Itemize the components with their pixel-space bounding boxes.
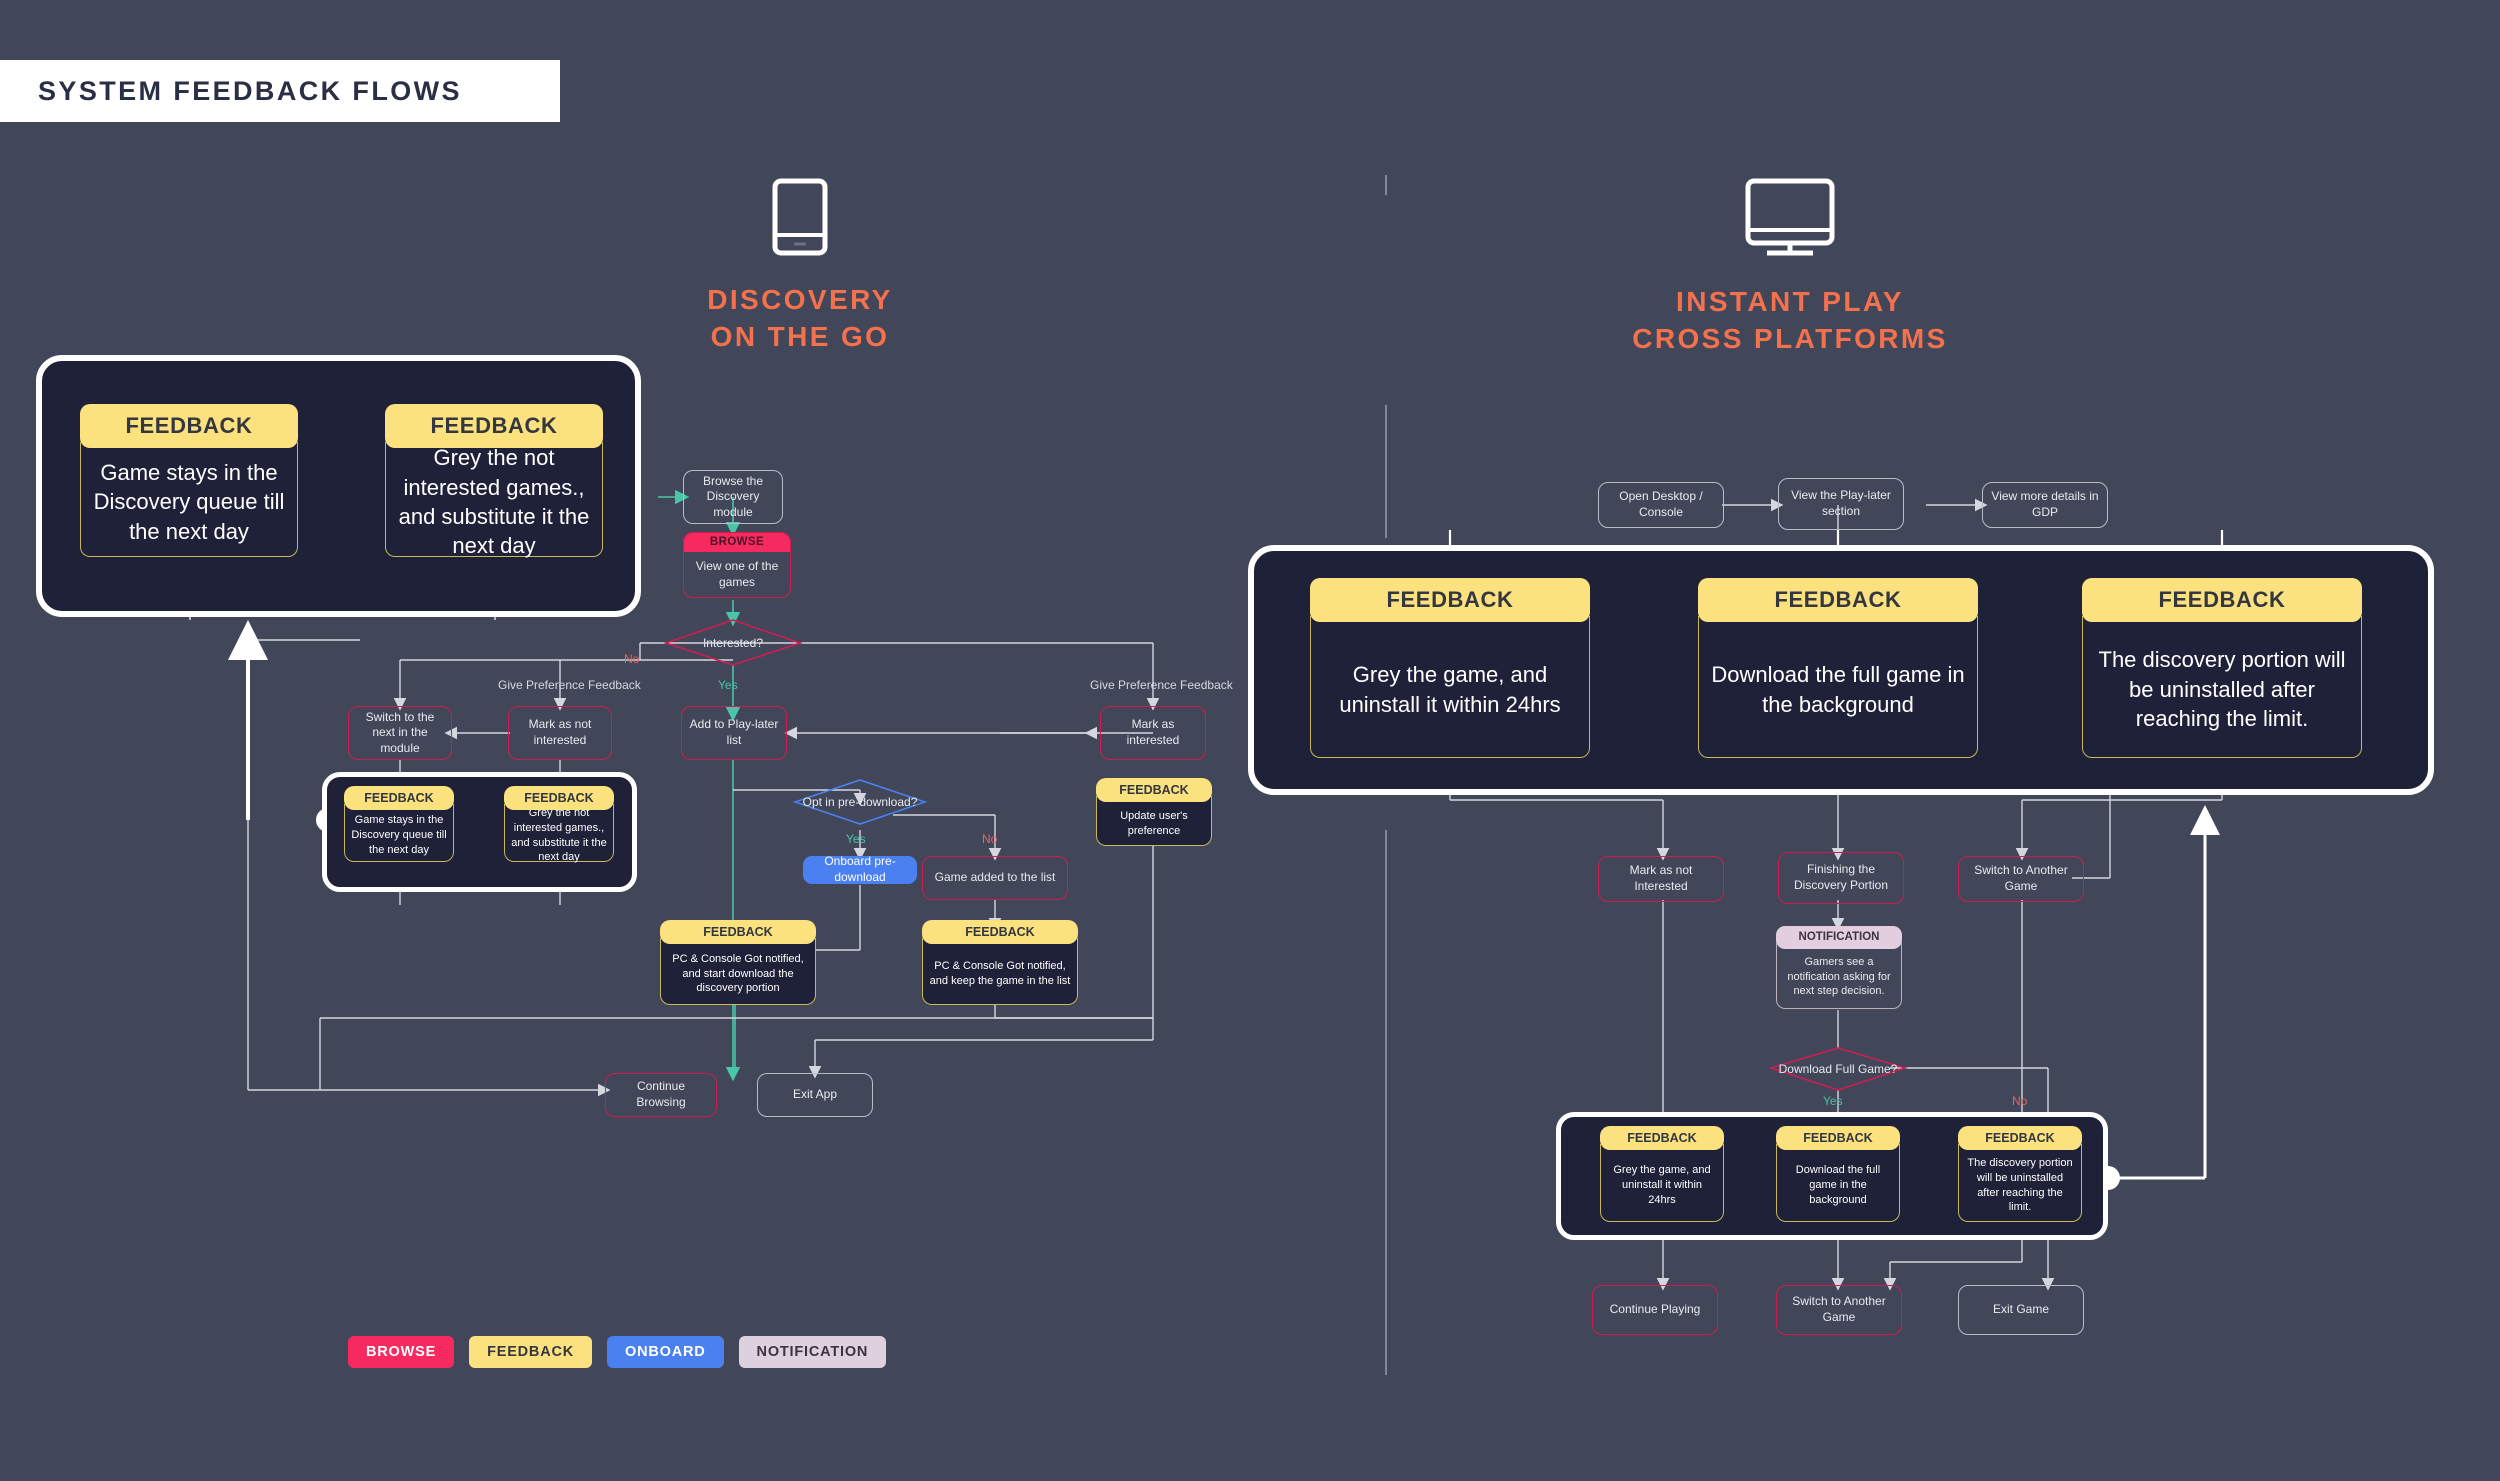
section-header-discovery: DISCOVERY ON THE GO	[600, 178, 1000, 356]
node-mark-interested[interactable]: Mark as interested	[1100, 706, 1206, 760]
fb-start-download-header: FEEDBACK	[660, 920, 816, 944]
right-nested-fb-2-header: FEEDBACK	[1776, 1126, 1900, 1150]
right-nested-fb-3: FEEDBACK The discovery portion will be u…	[1958, 1126, 2082, 1222]
fb-update-pref-text: Update user's preference	[1096, 796, 1212, 846]
right-nested-fb-1-text: Grey the game, and uninstall it within 2…	[1600, 1144, 1724, 1222]
left-nested-fb-1: FEEDBACK Game stays in the Discovery que…	[344, 786, 454, 862]
notification-card-text: Gamers see a notification asking for nex…	[1776, 943, 1902, 1009]
right-nested-fb-1-header: FEEDBACK	[1600, 1126, 1724, 1150]
decision-interested-text: Interested?	[702, 635, 764, 650]
left-nested-fb-1-header: FEEDBACK	[344, 786, 454, 810]
diagram-canvas: SYSTEM FEEDBACK FLOWS DISCOVERY ON THE G…	[0, 0, 2500, 1481]
left-nested-fb-1-text: Game stays in the Discovery queue till t…	[344, 804, 454, 862]
node-switch-next-module[interactable]: Switch to the next in the module	[348, 706, 452, 760]
node-browse-discovery-module[interactable]: Browse the Discovery module	[683, 470, 783, 524]
node-exit-game[interactable]: Exit Game	[1958, 1285, 2084, 1335]
node-continue-playing[interactable]: Continue Playing	[1592, 1285, 1718, 1335]
edge-label-optin-yes: Yes	[846, 832, 866, 846]
left-callout-2-text: Grey the not interested games., and subs…	[385, 442, 603, 558]
page-title: SYSTEM FEEDBACK FLOWS	[38, 75, 462, 106]
left-callout-1-header: FEEDBACK	[80, 404, 298, 448]
edge-label-give-pref-right: Give Preference Feedback	[1090, 678, 1233, 692]
node-game-added-to-list[interactable]: Game added to the list	[922, 856, 1068, 900]
decision-download-full-text: Download Full Game?	[1778, 1062, 1898, 1076]
right-callout-card-2: FEEDBACK Download the full game in the b…	[1698, 578, 1978, 758]
edge-label-interested-no: No	[624, 652, 640, 666]
right-nested-fb-3-text: The discovery portion will be uninstalle…	[1958, 1144, 2082, 1222]
decision-download-full-label: Download Full Game?	[1771, 1048, 1905, 1090]
notification-card-header: NOTIFICATION	[1776, 926, 1902, 949]
right-callout-1-header: FEEDBACK	[1310, 578, 1590, 622]
node-add-play-later[interactable]: Add to Play-later list	[681, 706, 787, 760]
right-nested-fb-2-text: Download the full game in the background	[1776, 1144, 1900, 1222]
left-callout-card-1: FEEDBACK Game stays in the Discovery que…	[80, 404, 298, 557]
left-nested-fb-2-header: FEEDBACK	[504, 786, 614, 810]
right-nested-fb-1: FEEDBACK Grey the game, and uninstall it…	[1600, 1126, 1724, 1222]
edge-label-download-no: No	[2012, 1094, 2028, 1108]
edge-label-interested-yes: Yes	[718, 678, 738, 692]
decision-opt-in-text: Opt in pre-download?	[802, 795, 918, 809]
edge-label-give-pref-left: Give Preference Feedback	[498, 678, 641, 692]
right-callout-3-text: The discovery portion will be uninstalle…	[2082, 616, 2362, 758]
section-header-instant-play: INSTANT PLAY CROSS PLATFORMS	[1580, 178, 2000, 358]
left-nested-fb-2: FEEDBACK Grey the not interested games.,…	[504, 786, 614, 863]
legend-chip-browse[interactable]: BROWSE	[348, 1336, 455, 1368]
node-view-one-game-label: View one of the games	[695, 558, 779, 589]
section-label-instant-line2: CROSS PLATFORMS	[1632, 322, 1948, 354]
edge-label-download-yes: Yes	[1823, 1094, 1843, 1108]
left-callout-2-header: FEEDBACK	[385, 404, 603, 448]
left-callout-1-text: Game stays in the Discovery queue till t…	[80, 442, 298, 557]
fb-keep-game-in-list: FEEDBACK PC & Console Got notified, and …	[922, 920, 1078, 1005]
node-exit-app[interactable]: Exit App	[757, 1073, 873, 1117]
section-label-instant-line1: INSTANT PLAY	[1676, 286, 1904, 317]
fb-update-pref-header: FEEDBACK	[1096, 778, 1212, 802]
section-label-discovery-line1: DISCOVERY	[707, 284, 893, 315]
right-callout-2-header: FEEDBACK	[1698, 578, 1978, 622]
section-label-discovery-line2: ON THE GO	[710, 320, 890, 352]
fb-start-download-text: PC & Console Got notified, and start dow…	[660, 938, 816, 1005]
left-callout-card-2: FEEDBACK Grey the not interested games.,…	[385, 404, 603, 558]
legend-chip-notification[interactable]: NOTIFICATION	[738, 1336, 887, 1368]
fb-start-download-discovery: FEEDBACK PC & Console Got notified, and …	[660, 920, 816, 1005]
right-callout-2-text: Download the full game in the background	[1698, 616, 1978, 758]
desktop-monitor-icon	[1745, 178, 1835, 256]
node-finishing-discovery-portion[interactable]: Finishing the Discovery Portion	[1778, 852, 1904, 904]
right-callout-3-header: FEEDBACK	[2082, 578, 2362, 622]
fb-keep-game-text: PC & Console Got notified, and keep the …	[922, 938, 1078, 1005]
right-nested-fb-3-header: FEEDBACK	[1958, 1126, 2082, 1150]
left-nested-fb-2-text: Grey the not interested games., and subs…	[504, 804, 614, 863]
legend-chip-onboard[interactable]: ONBOARD	[607, 1336, 724, 1368]
node-mark-not-interested[interactable]: Mark as not interested	[508, 706, 612, 760]
right-callout-1-text: Grey the game, and uninstall it within 2…	[1310, 616, 1590, 758]
node-view-more-details-gdp[interactable]: View more details in GDP	[1982, 482, 2108, 528]
edge-label-optin-no: No	[982, 832, 998, 846]
node-view-one-game-tag: BROWSE	[684, 533, 790, 552]
node-mark-not-interested-right[interactable]: Mark as not Interested	[1598, 856, 1724, 902]
node-continue-browsing[interactable]: Continue Browsing	[605, 1073, 717, 1117]
node-switch-another-game-top[interactable]: Switch to Another Game	[1958, 856, 2084, 902]
decision-opt-in-label: Opt in pre-download?	[795, 780, 925, 824]
node-onboard-predownload[interactable]: Onboard pre-download	[803, 854, 917, 884]
notification-card: NOTIFICATION Gamers see a notification a…	[1776, 926, 1902, 1010]
node-open-desktop-console[interactable]: Open Desktop / Console	[1598, 482, 1724, 528]
fb-keep-game-header: FEEDBACK	[922, 920, 1078, 944]
fb-update-user-preference: FEEDBACK Update user's preference	[1096, 778, 1212, 846]
node-switch-another-game-bottom[interactable]: Switch to Another Game	[1776, 1285, 1902, 1335]
decision-interested-label: Interested?	[666, 620, 800, 665]
legend-chip-feedback[interactable]: FEEDBACK	[469, 1336, 593, 1368]
right-callout-card-3: FEEDBACK The discovery portion will be u…	[2082, 578, 2362, 758]
node-view-play-later-section[interactable]: View the Play-later section	[1778, 478, 1904, 530]
right-nested-fb-2: FEEDBACK Download the full game in the b…	[1776, 1126, 1900, 1222]
node-view-one-game[interactable]: BROWSE View one of the games	[683, 532, 791, 598]
right-callout-card-1: FEEDBACK Grey the game, and uninstall it…	[1310, 578, 1590, 758]
page-title-banner: SYSTEM FEEDBACK FLOWS	[0, 60, 560, 122]
mobile-device-icon	[772, 178, 828, 256]
legend: BROWSE FEEDBACK ONBOARD NOTIFICATION	[348, 1336, 887, 1368]
